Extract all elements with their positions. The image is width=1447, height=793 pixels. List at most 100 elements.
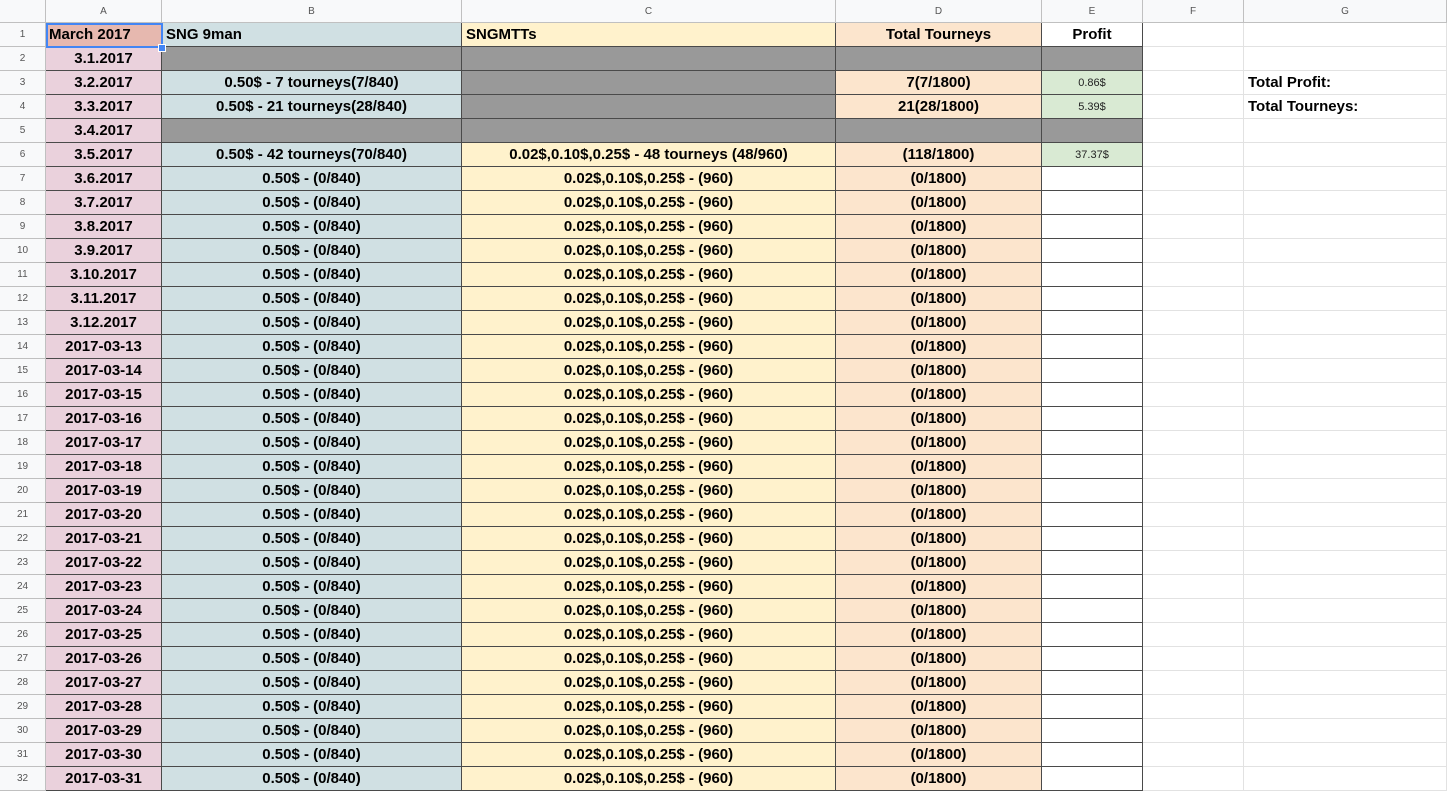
cell-a12[interactable]: 3.11.2017 [46, 287, 162, 311]
cell-d1[interactable]: Total Tourneys [836, 23, 1042, 47]
cell-c9[interactable]: 0.02$,0.10$,0.25$ - (960) [462, 215, 836, 239]
row-header[interactable]: 4 [0, 95, 46, 119]
cell-d23[interactable]: (0/1800) [836, 551, 1042, 575]
cell-g11[interactable] [1244, 263, 1447, 287]
row-header[interactable]: 32 [0, 767, 46, 791]
row-header[interactable]: 29 [0, 695, 46, 719]
cell-a5[interactable]: 3.4.2017 [46, 119, 162, 143]
cell-e13[interactable] [1042, 311, 1143, 335]
cell-g26[interactable] [1244, 623, 1447, 647]
cell-b30[interactable]: 0.50$ - (0/840) [162, 719, 462, 743]
cell-e7[interactable] [1042, 167, 1143, 191]
cell-e20[interactable] [1042, 479, 1143, 503]
cell-a10[interactable]: 3.9.2017 [46, 239, 162, 263]
cell-f19[interactable] [1143, 455, 1244, 479]
cell-d8[interactable]: (0/1800) [836, 191, 1042, 215]
cell-d17[interactable]: (0/1800) [836, 407, 1042, 431]
cell-g14[interactable] [1244, 335, 1447, 359]
cell-e29[interactable] [1042, 695, 1143, 719]
cell-f12[interactable] [1143, 287, 1244, 311]
row-header[interactable]: 12 [0, 287, 46, 311]
cell-f6[interactable] [1143, 143, 1244, 167]
cell-d11[interactable]: (0/1800) [836, 263, 1042, 287]
cell-b12[interactable]: 0.50$ - (0/840) [162, 287, 462, 311]
cell-e5[interactable] [1042, 119, 1143, 143]
cell-e12[interactable] [1042, 287, 1143, 311]
cell-g2[interactable] [1244, 47, 1447, 71]
column-header-b[interactable]: B [162, 0, 462, 23]
row-header[interactable]: 10 [0, 239, 46, 263]
cell-c4[interactable] [462, 95, 836, 119]
cell-d28[interactable]: (0/1800) [836, 671, 1042, 695]
cell-f22[interactable] [1143, 527, 1244, 551]
cell-f32[interactable] [1143, 767, 1244, 791]
cell-f8[interactable] [1143, 191, 1244, 215]
cell-a22[interactable]: 2017-03-21 [46, 527, 162, 551]
cell-f29[interactable] [1143, 695, 1244, 719]
cell-b16[interactable]: 0.50$ - (0/840) [162, 383, 462, 407]
column-header-c[interactable]: C [462, 0, 836, 23]
row-header[interactable]: 30 [0, 719, 46, 743]
cell-a4[interactable]: 3.3.2017 [46, 95, 162, 119]
cell-e6[interactable]: 37.37$ [1042, 143, 1143, 167]
cell-f24[interactable] [1143, 575, 1244, 599]
cell-d4[interactable]: 21(28/1800) [836, 95, 1042, 119]
cell-c18[interactable]: 0.02$,0.10$,0.25$ - (960) [462, 431, 836, 455]
cell-c17[interactable]: 0.02$,0.10$,0.25$ - (960) [462, 407, 836, 431]
cell-e8[interactable] [1042, 191, 1143, 215]
cell-c30[interactable]: 0.02$,0.10$,0.25$ - (960) [462, 719, 836, 743]
cell-a3[interactable]: 3.2.2017 [46, 71, 162, 95]
cell-a21[interactable]: 2017-03-20 [46, 503, 162, 527]
cell-b11[interactable]: 0.50$ - (0/840) [162, 263, 462, 287]
cell-b19[interactable]: 0.50$ - (0/840) [162, 455, 462, 479]
cell-g29[interactable] [1244, 695, 1447, 719]
cell-b4[interactable]: 0.50$ - 21 tourneys(28/840) [162, 95, 462, 119]
cell-f11[interactable] [1143, 263, 1244, 287]
cell-g20[interactable] [1244, 479, 1447, 503]
row-header[interactable]: 8 [0, 191, 46, 215]
cell-e22[interactable] [1042, 527, 1143, 551]
cell-c12[interactable]: 0.02$,0.10$,0.25$ - (960) [462, 287, 836, 311]
cell-g6[interactable] [1244, 143, 1447, 167]
cell-a7[interactable]: 3.6.2017 [46, 167, 162, 191]
cell-a17[interactable]: 2017-03-16 [46, 407, 162, 431]
cell-e21[interactable] [1042, 503, 1143, 527]
cell-b31[interactable]: 0.50$ - (0/840) [162, 743, 462, 767]
row-header[interactable]: 22 [0, 527, 46, 551]
cell-c15[interactable]: 0.02$,0.10$,0.25$ - (960) [462, 359, 836, 383]
cell-f23[interactable] [1143, 551, 1244, 575]
cell-d31[interactable]: (0/1800) [836, 743, 1042, 767]
cell-d6[interactable]: (118/1800) [836, 143, 1042, 167]
cell-d5[interactable] [836, 119, 1042, 143]
cell-c7[interactable]: 0.02$,0.10$,0.25$ - (960) [462, 167, 836, 191]
cell-c22[interactable]: 0.02$,0.10$,0.25$ - (960) [462, 527, 836, 551]
cell-d10[interactable]: (0/1800) [836, 239, 1042, 263]
cell-f10[interactable] [1143, 239, 1244, 263]
cell-a14[interactable]: 2017-03-13 [46, 335, 162, 359]
cell-e4[interactable]: 5.39$ [1042, 95, 1143, 119]
cell-b14[interactable]: 0.50$ - (0/840) [162, 335, 462, 359]
cell-a16[interactable]: 2017-03-15 [46, 383, 162, 407]
cell-f1[interactable] [1143, 23, 1244, 47]
cell-g24[interactable] [1244, 575, 1447, 599]
cell-e14[interactable] [1042, 335, 1143, 359]
cell-c26[interactable]: 0.02$,0.10$,0.25$ - (960) [462, 623, 836, 647]
cell-d18[interactable]: (0/1800) [836, 431, 1042, 455]
cell-d22[interactable]: (0/1800) [836, 527, 1042, 551]
cell-f16[interactable] [1143, 383, 1244, 407]
cell-f20[interactable] [1143, 479, 1244, 503]
cell-d15[interactable]: (0/1800) [836, 359, 1042, 383]
cell-a25[interactable]: 2017-03-24 [46, 599, 162, 623]
cell-d14[interactable]: (0/1800) [836, 335, 1042, 359]
cell-a27[interactable]: 2017-03-26 [46, 647, 162, 671]
cell-c25[interactable]: 0.02$,0.10$,0.25$ - (960) [462, 599, 836, 623]
cell-b32[interactable]: 0.50$ - (0/840) [162, 767, 462, 791]
cell-g4[interactable]: Total Tourneys: [1244, 95, 1447, 119]
cell-g23[interactable] [1244, 551, 1447, 575]
cell-g9[interactable] [1244, 215, 1447, 239]
cell-e31[interactable] [1042, 743, 1143, 767]
cell-c21[interactable]: 0.02$,0.10$,0.25$ - (960) [462, 503, 836, 527]
row-header[interactable]: 20 [0, 479, 46, 503]
cell-b6[interactable]: 0.50$ - 42 tourneys(70/840) [162, 143, 462, 167]
cell-g15[interactable] [1244, 359, 1447, 383]
